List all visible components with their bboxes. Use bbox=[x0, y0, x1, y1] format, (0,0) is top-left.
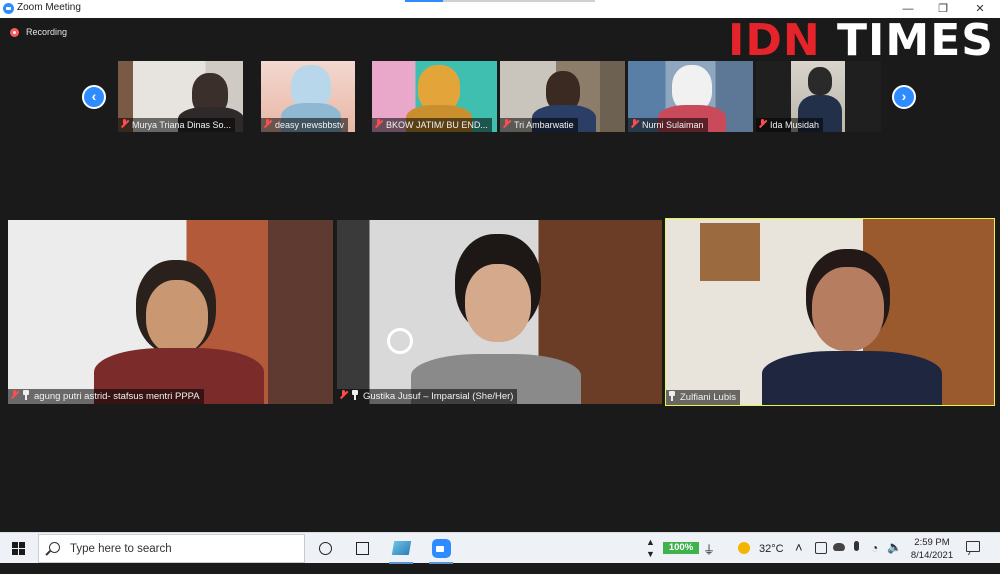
view-tab-bar bbox=[405, 0, 595, 2]
battery-indicator[interactable]: 100% bbox=[663, 542, 699, 554]
zoom-camera-glyph bbox=[436, 546, 444, 552]
mic-muted-icon bbox=[502, 119, 511, 129]
windows-logo-pane bbox=[12, 549, 18, 555]
participant-name: Tri Ambarwatie bbox=[514, 120, 574, 130]
idn-times-watermark: IDN TIMES bbox=[728, 16, 994, 66]
participant-name: Zulfiani Lubis bbox=[680, 392, 736, 403]
mic-muted-icon bbox=[374, 119, 383, 129]
system-clock[interactable]: 2:59 PM 8/14/2021 bbox=[902, 536, 962, 562]
cortana-button[interactable] bbox=[306, 533, 346, 564]
task-view-icon bbox=[356, 542, 369, 555]
video-tile[interactable]: agung putri astrid- stafsus mentri PPPA bbox=[8, 220, 333, 404]
mic-muted-icon bbox=[630, 119, 639, 129]
zoom-logo-icon bbox=[3, 3, 14, 14]
taskbar-search-box[interactable]: Type here to search bbox=[38, 534, 305, 563]
ring-light-icon bbox=[387, 328, 413, 354]
zoom-taskbar-button[interactable] bbox=[421, 533, 461, 564]
meet-now-icon[interactable] bbox=[815, 542, 827, 554]
windows-logo-pane bbox=[19, 542, 25, 548]
taskbar-app-button[interactable] bbox=[381, 533, 421, 564]
pin-icon bbox=[351, 390, 359, 400]
video-tile[interactable]: Gustika Jusuf – Imparsial (She/Her) bbox=[337, 220, 662, 404]
participant-name-tag: Gustika Jusuf – Imparsial (She/Her) bbox=[337, 389, 518, 404]
speaker-volume-icon[interactable]: 🔈 bbox=[887, 540, 902, 571]
participant-name: Ida Musidah bbox=[770, 120, 820, 130]
window-frame bbox=[700, 223, 760, 281]
pin-icon bbox=[668, 391, 676, 401]
notification-center-icon[interactable] bbox=[966, 541, 980, 552]
pin-icon bbox=[22, 390, 30, 400]
participant-name: deasy newsbbstv bbox=[275, 120, 345, 130]
video-tile-active-speaker[interactable]: Zulfiani Lubis bbox=[665, 218, 995, 406]
cortana-icon bbox=[319, 542, 332, 555]
participant-body bbox=[762, 351, 942, 405]
weather-sun-icon bbox=[738, 542, 750, 554]
participant-thumbnail[interactable]: Murya Triana Dinas So... bbox=[118, 61, 243, 132]
mic-muted-icon bbox=[339, 390, 348, 400]
chevron-up-icon[interactable]: ˄ bbox=[795, 540, 803, 571]
windows-logo-pane bbox=[19, 549, 25, 555]
participant-thumbnail[interactable]: deasy newsbbstv bbox=[261, 61, 355, 132]
participant-name-tag: Murya Triana Dinas So... bbox=[118, 118, 236, 132]
search-placeholder: Type here to search bbox=[70, 543, 172, 555]
record-icon bbox=[10, 28, 19, 37]
start-button[interactable] bbox=[0, 533, 37, 564]
chevron-right-icon: › bbox=[901, 88, 907, 104]
participant-face bbox=[812, 267, 884, 351]
participant-name-tag: Ida Musidah bbox=[756, 118, 824, 132]
participant-name-tag: BKOW JATIM/ BU END... bbox=[372, 118, 492, 132]
microphone-icon[interactable] bbox=[854, 541, 859, 551]
task-view-button[interactable] bbox=[342, 533, 382, 564]
participant-name: agung putri astrid- stafsus mentri PPPA bbox=[34, 391, 200, 402]
app-icon bbox=[391, 541, 412, 555]
watermark-text-times: TIMES bbox=[837, 15, 994, 66]
temperature-label[interactable]: 32°C bbox=[759, 543, 784, 574]
chevron-left-icon: ‹ bbox=[91, 88, 97, 104]
participant-name-tag: agung putri astrid- stafsus mentri PPPA bbox=[8, 389, 204, 404]
mic-muted-icon bbox=[263, 119, 272, 129]
mic-muted-icon bbox=[120, 119, 129, 129]
participant-thumbnail[interactable]: Nurni Sulaiman bbox=[628, 61, 753, 132]
tray-scroll-arrows[interactable]: ▲ ▼ bbox=[646, 536, 655, 567]
clock-date: 8/14/2021 bbox=[910, 550, 954, 561]
participant-head bbox=[808, 67, 832, 95]
participant-name-tag: Zulfiani Lubis bbox=[666, 390, 740, 405]
active-view-indicator bbox=[405, 0, 443, 2]
participant-thumbnail[interactable]: BKOW JATIM/ BU END... bbox=[372, 61, 497, 132]
participant-name: Gustika Jusuf – Imparsial (She/Her) bbox=[363, 391, 514, 402]
watermark-text-idn: IDN bbox=[728, 15, 821, 66]
participant-face bbox=[465, 264, 531, 342]
participant-name-tag: Tri Ambarwatie bbox=[500, 118, 578, 132]
participant-name-tag: deasy newsbbstv bbox=[261, 118, 349, 132]
gallery-next-button[interactable]: › bbox=[892, 85, 916, 109]
windows-taskbar: Type here to search ▲ ▼ 100% ⏚ 32°C ˄ ◔ 🔈… bbox=[0, 532, 1000, 564]
gallery-previous-button[interactable]: ‹ bbox=[82, 85, 106, 109]
participant-name-tag: Nurni Sulaiman bbox=[628, 118, 708, 132]
windows-logo-icon bbox=[12, 542, 18, 548]
clock-time: 2:59 PM bbox=[914, 537, 950, 548]
mic-muted-icon bbox=[10, 390, 19, 400]
recording-label: Recording bbox=[26, 27, 68, 37]
mic-muted-icon bbox=[758, 119, 767, 129]
power-plug-icon: ⏚ bbox=[703, 543, 716, 557]
participant-name: Nurni Sulaiman bbox=[642, 120, 704, 130]
participant-face bbox=[146, 280, 208, 354]
wifi-icon[interactable]: ◔ bbox=[871, 541, 878, 572]
participant-name: BKOW JATIM/ BU END... bbox=[386, 120, 488, 130]
window-title: Zoom Meeting bbox=[17, 2, 81, 13]
participant-name: Murya Triana Dinas So... bbox=[132, 120, 232, 130]
participant-thumbnail[interactable]: Tri Ambarwatie bbox=[500, 61, 625, 132]
search-icon bbox=[49, 542, 60, 553]
participant-thumbnail[interactable]: Ida Musidah bbox=[756, 61, 881, 132]
onedrive-cloud-icon[interactable] bbox=[833, 543, 845, 551]
